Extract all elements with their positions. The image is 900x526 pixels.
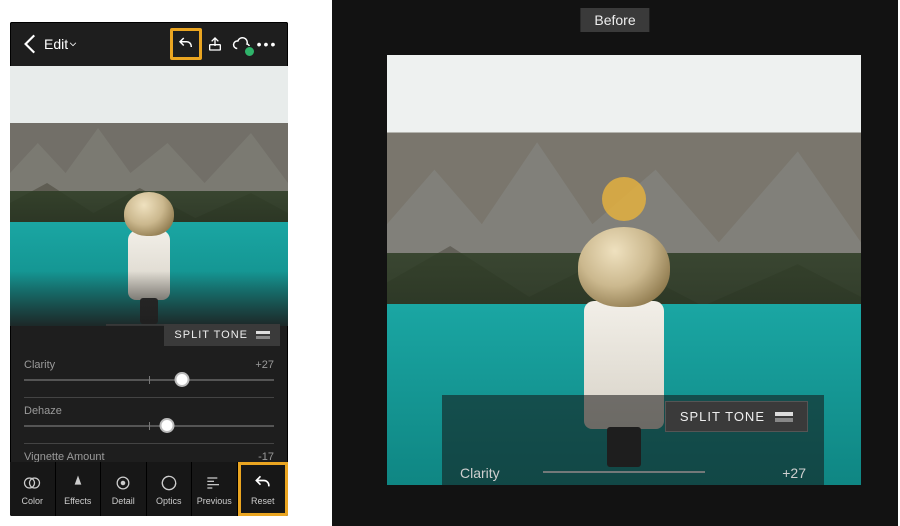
split-tone-button[interactable]: SPLIT TONE: [164, 324, 280, 346]
overlay-ui: SPLIT TONE Clarity +27: [442, 395, 824, 485]
split-tone-label: SPLIT TONE: [680, 409, 765, 424]
slider-row-dehaze: Dehaze: [24, 400, 274, 441]
slider-track[interactable]: [24, 417, 274, 435]
tool-detail[interactable]: Detail: [101, 462, 147, 516]
top-bar: Edit •••: [10, 22, 288, 66]
slider-row-clarity: Clarity +27: [24, 354, 274, 395]
before-label: Before: [580, 8, 649, 32]
chevron-down-icon: [68, 39, 78, 49]
touch-indicator-icon: [602, 177, 646, 221]
slider-label: Clarity: [24, 359, 55, 371]
slider-track[interactable]: [24, 371, 274, 389]
split-tone-icon: [256, 331, 270, 339]
split-tone-button[interactable]: SPLIT TONE: [665, 401, 808, 432]
slider-label: Dehaze: [24, 405, 62, 417]
tool-label: Optics: [156, 496, 182, 506]
bottom-toolbar: Color Effects Detail Optics Previous Res…: [10, 462, 288, 516]
share-button[interactable]: [202, 31, 228, 57]
more-menu-button[interactable]: •••: [254, 31, 280, 57]
slider-value: +27: [255, 359, 274, 371]
before-photo[interactable]: SPLIT TONE Clarity +27: [387, 55, 861, 485]
mode-label[interactable]: Edit: [44, 36, 68, 52]
split-tone-icon: [775, 412, 793, 422]
back-icon[interactable]: [18, 31, 44, 57]
tool-label: Reset: [251, 496, 275, 506]
slider-label: Clarity: [460, 465, 500, 481]
slider-value: +27: [782, 465, 806, 481]
undo-button[interactable]: [170, 28, 202, 60]
split-tone-label: SPLIT TONE: [174, 329, 248, 341]
tool-previous[interactable]: Previous: [192, 462, 238, 516]
tool-label: Effects: [64, 496, 91, 506]
tool-label: Detail: [112, 496, 135, 506]
edited-photo[interactable]: [10, 66, 288, 326]
tool-label: Color: [21, 496, 43, 506]
tool-color[interactable]: Color: [10, 462, 56, 516]
tool-effects[interactable]: Effects: [56, 462, 102, 516]
tool-reset[interactable]: Reset: [238, 462, 289, 516]
before-preview-panel: Before SPLIT TONE Clari: [332, 0, 898, 526]
tool-label: Previous: [197, 496, 232, 506]
lightroom-mobile-screen: Edit •••: [10, 22, 288, 516]
tool-optics[interactable]: Optics: [147, 462, 193, 516]
cloud-sync-icon[interactable]: [228, 31, 254, 57]
